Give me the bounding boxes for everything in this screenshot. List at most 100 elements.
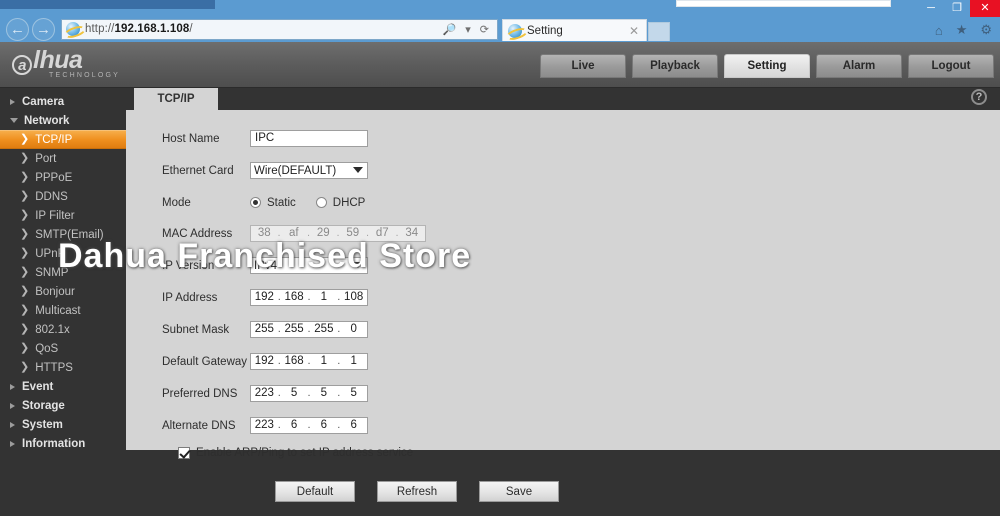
subnet-mask-label: Subnet Mask bbox=[162, 323, 230, 336]
default-button[interactable]: Default bbox=[275, 481, 355, 502]
nav-tab-playback[interactable]: Playback bbox=[632, 54, 718, 78]
pdns-octet-4[interactable]: 5 bbox=[340, 386, 367, 401]
arp-ping-checkbox[interactable] bbox=[178, 447, 190, 459]
adns-octet-2[interactable]: 6 bbox=[281, 418, 308, 433]
gear-icon[interactable]: ⚙ bbox=[980, 22, 992, 38]
chevron-right-icon: ❯ bbox=[20, 228, 30, 240]
sidebar-item-event[interactable]: Event bbox=[0, 377, 126, 396]
chevron-right-icon bbox=[10, 440, 15, 447]
subnet-octet-3[interactable]: 255 bbox=[311, 322, 338, 337]
ip-octet-2[interactable]: 168 bbox=[281, 290, 308, 305]
pdns-octet-1[interactable]: 223 bbox=[251, 386, 278, 401]
field-row-host-name: Host Name IPC bbox=[162, 128, 1000, 149]
sidebar-item-multicast[interactable]: ❯ Multicast bbox=[0, 301, 126, 320]
subnet-octet-1[interactable]: 255 bbox=[251, 322, 278, 337]
radio-dhcp[interactable] bbox=[315, 197, 327, 208]
chevron-right-icon bbox=[10, 402, 15, 409]
nav-tab-live[interactable]: Live bbox=[540, 54, 626, 78]
chevron-right-icon: ❯ bbox=[20, 152, 30, 164]
ip-octet-1[interactable]: 192 bbox=[251, 290, 278, 305]
default-gateway-label: Default Gateway bbox=[162, 355, 248, 368]
preferred-dns-input[interactable]: 223. 5. 5. 5 bbox=[250, 385, 368, 402]
host-name-input[interactable]: IPC bbox=[250, 130, 368, 147]
sidebar-item-ddns[interactable]: ❯ DDNS bbox=[0, 187, 126, 206]
gateway-octet-3[interactable]: 1 bbox=[311, 354, 338, 369]
close-window-button[interactable]: ✕ bbox=[970, 0, 1000, 17]
window-controls[interactable]: ─ ❐ ✕ bbox=[918, 0, 1000, 17]
sidebar-item-storage[interactable]: Storage bbox=[0, 396, 126, 415]
refresh-button[interactable]: Refresh bbox=[377, 481, 457, 502]
tab-close-icon[interactable]: ✕ bbox=[629, 24, 639, 38]
sidebar-item-label: Network bbox=[24, 114, 70, 127]
sidebar-item-snmp[interactable]: ❯ SNMP bbox=[0, 263, 126, 282]
sidebar-item-camera[interactable]: Camera bbox=[0, 92, 126, 111]
pdns-octet-3[interactable]: 5 bbox=[311, 386, 338, 401]
sidebar-item-system[interactable]: System bbox=[0, 415, 126, 434]
minimize-button[interactable]: ─ bbox=[918, 0, 944, 17]
sidebar-item-https[interactable]: ❯ HTTPS bbox=[0, 358, 126, 377]
nav-tab-logout[interactable]: Logout bbox=[908, 54, 994, 78]
sidebar-item-qos[interactable]: ❯ QoS bbox=[0, 339, 126, 358]
sidebar-item-smtp-email[interactable]: ❯ SMTP(Email) bbox=[0, 225, 126, 244]
subnet-octet-4[interactable]: 0 bbox=[340, 322, 367, 337]
mode-label: Mode bbox=[162, 196, 191, 209]
chevron-right-icon: ❯ bbox=[20, 247, 30, 259]
new-tab-button[interactable] bbox=[648, 22, 670, 41]
chevron-right-icon bbox=[10, 421, 15, 428]
favorites-star-icon[interactable]: ★ bbox=[956, 22, 968, 38]
sidebar-item-802-1x[interactable]: ❯ 802.1x bbox=[0, 320, 126, 339]
mac-octet-6: 34 bbox=[405, 227, 419, 239]
subnet-mask-input[interactable]: 255. 255. 255. 0 bbox=[250, 321, 368, 338]
ip-version-select[interactable]: IPv4 bbox=[250, 257, 368, 274]
sidebar-item-label: System bbox=[22, 418, 63, 431]
sidebar-item-upnp[interactable]: ❯ UPnP bbox=[0, 244, 126, 263]
adns-octet-3[interactable]: 6 bbox=[311, 418, 338, 433]
radio-static[interactable] bbox=[250, 197, 261, 208]
sidebar-item-label: Bonjour bbox=[35, 285, 75, 298]
ethernet-card-select[interactable]: Wire(DEFAULT) bbox=[250, 162, 368, 179]
chevron-right-icon: ❯ bbox=[20, 342, 30, 354]
ethernet-card-value: Wire(DEFAULT) bbox=[254, 164, 337, 177]
chevron-down-icon bbox=[10, 118, 18, 123]
browser-tab-setting[interactable]: Setting ✕ bbox=[502, 19, 647, 41]
pdns-octet-2[interactable]: 5 bbox=[281, 386, 308, 401]
gateway-octet-1[interactable]: 192 bbox=[251, 354, 278, 369]
dahua-web-app: a lhua TECHNOLOGY Live Playback Setting A… bbox=[0, 42, 1000, 516]
save-button[interactable]: Save bbox=[479, 481, 559, 502]
sidebar-item-label: TCP/IP bbox=[35, 133, 73, 146]
field-row-alternate-dns: Alternate DNS 223. 6. 6. 6 bbox=[162, 415, 1000, 436]
adns-octet-1[interactable]: 223 bbox=[251, 418, 278, 433]
nav-tab-alarm[interactable]: Alarm bbox=[816, 54, 902, 78]
arp-ping-row[interactable]: Enable ARP/Ping to set IP address servic… bbox=[178, 447, 1000, 459]
radio-static-label: Static bbox=[267, 196, 296, 209]
sidebar-item-label: SMTP(Email) bbox=[35, 228, 104, 241]
subnet-octet-2[interactable]: 255 bbox=[281, 322, 308, 337]
sidebar-item-ip-filter[interactable]: ❯ IP Filter bbox=[0, 206, 126, 225]
sidebar-item-information[interactable]: Information bbox=[0, 434, 126, 453]
gateway-octet-2[interactable]: 168 bbox=[281, 354, 308, 369]
sidebar-item-pppoe[interactable]: ❯ PPPoE bbox=[0, 168, 126, 187]
ip-address-input[interactable]: 192. 168. 1. 108 bbox=[250, 289, 368, 306]
home-icon[interactable]: ⌂ bbox=[935, 23, 943, 38]
chevron-right-icon: ❯ bbox=[20, 190, 30, 202]
alternate-dns-label: Alternate DNS bbox=[162, 419, 236, 432]
sidebar-item-network[interactable]: Network bbox=[0, 111, 126, 130]
ip-address-label: IP Address bbox=[162, 291, 218, 304]
sidebar-item-label: QoS bbox=[35, 342, 59, 355]
tcpip-settings-panel: Host Name IPC Ethernet Card Wire(DEFAULT… bbox=[126, 110, 1000, 502]
sidebar-item-bonjour[interactable]: ❯ Bonjour bbox=[0, 282, 126, 301]
sidebar-item-label: PPPoE bbox=[35, 171, 73, 184]
tab-tcpip[interactable]: TCP/IP bbox=[134, 88, 218, 110]
nav-tab-setting[interactable]: Setting bbox=[724, 54, 810, 78]
adns-octet-4[interactable]: 6 bbox=[340, 418, 367, 433]
alternate-dns-input[interactable]: 223. 6. 6. 6 bbox=[250, 417, 368, 434]
gateway-octet-4[interactable]: 1 bbox=[340, 354, 367, 369]
ip-octet-3[interactable]: 1 bbox=[311, 290, 338, 305]
ip-octet-4[interactable]: 108 bbox=[340, 290, 367, 305]
sidebar-item-port[interactable]: ❯ Port bbox=[0, 149, 126, 168]
logo-subtitle: TECHNOLOGY bbox=[49, 72, 121, 79]
sidebar-item-tcpip[interactable]: ❯ TCP/IP bbox=[0, 130, 126, 149]
default-gateway-input[interactable]: 192. 168. 1. 1 bbox=[250, 353, 368, 370]
maximize-button[interactable]: ❐ bbox=[944, 0, 970, 17]
help-icon[interactable]: ? bbox=[971, 89, 987, 105]
